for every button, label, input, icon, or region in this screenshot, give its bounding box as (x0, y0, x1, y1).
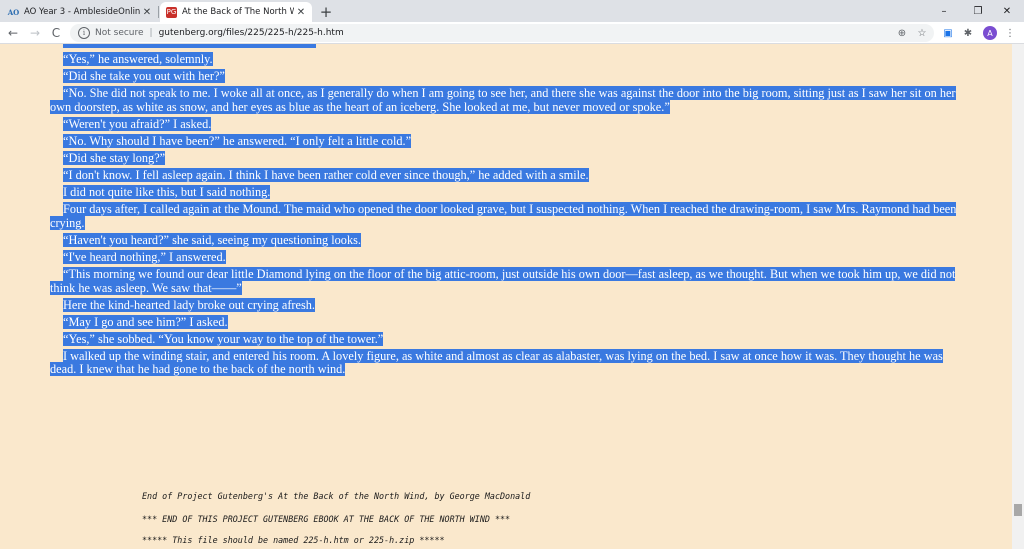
info-icon[interactable]: i (78, 27, 90, 39)
paragraph: “May I go and see him?” I asked. (63, 314, 228, 329)
extension-icon[interactable]: ▣ (940, 25, 956, 41)
amblesideonline-favicon-icon: AO (7, 7, 20, 17)
address-separator: | (149, 28, 153, 38)
paragraph: “I don't know. I fell asleep again. I th… (63, 168, 589, 183)
paragraph: “Yes,” she sobbed. “You know your way to… (63, 331, 384, 346)
zoom-icon[interactable]: ⊕ (894, 25, 910, 41)
close-icon[interactable]: ✕ (294, 5, 308, 19)
paragraph: “Haven't you heard?” she said, seeing my… (63, 232, 361, 247)
tab-title: AO Year 3 - AmblesideOnline.org (24, 7, 140, 17)
minimize-button[interactable]: – (927, 0, 961, 22)
story-text: “Yes,” he answered, solemnly. “Did she t… (50, 52, 968, 381)
tab-strip: AO AO Year 3 - AmblesideOnline.org ✕ PG … (0, 0, 1024, 22)
paragraph: “Did she take you out with her?” (63, 69, 225, 84)
paragraph: “Did she stay long?” (63, 150, 166, 165)
paragraph: Four days after, I called again at the M… (50, 202, 957, 230)
page-viewport: “Yes,” he answered, solemnly. “Did she t… (0, 44, 1012, 549)
back-button[interactable]: ← (4, 24, 22, 42)
gutenberg-end-marker: *** END OF THIS PROJECT GUTENBERG EBOOK … (142, 514, 511, 524)
browser-toolbar: ← → C i Not secure | gutenberg.org/files… (0, 22, 1024, 44)
paragraph: “No. She did not speak to me. I woke all… (50, 86, 956, 114)
security-label: Not secure (95, 28, 144, 38)
paragraph: “I've heard nothing,” I answered. (63, 249, 226, 264)
paragraph: “Yes,” he answered, solemnly. (63, 52, 213, 66)
new-tab-button[interactable]: + (317, 3, 335, 21)
menu-icon[interactable]: ⋮ (1002, 25, 1018, 41)
gutenberg-end-line: End of Project Gutenberg's At the Back o… (142, 491, 531, 501)
gutenberg-file-line: ***** This file should be named 225-h.ht… (142, 535, 445, 545)
paragraph: “This morning we found our dear little D… (50, 267, 956, 295)
tab-title: At the Back of The North Wind, b (182, 7, 294, 17)
paragraph: I walked up the winding stair, and enter… (50, 348, 943, 377)
close-window-button[interactable]: ✕ (990, 0, 1024, 22)
profile-avatar[interactable]: A (983, 26, 997, 40)
extensions-puzzle-icon[interactable]: ✱ (960, 25, 976, 41)
url-text[interactable]: gutenberg.org/files/225/225-h/225-h.htm (159, 28, 344, 38)
paragraph: “No. Why should I have been?” he answere… (63, 133, 412, 148)
selected-text-fragment (63, 44, 316, 48)
paragraph: Here the kind-hearted lady broke out cry… (63, 297, 315, 312)
gutenberg-favicon-icon: PG (166, 6, 177, 18)
scrollbar-thumb[interactable] (1014, 504, 1022, 516)
tab-amblesideonline[interactable]: AO AO Year 3 - AmblesideOnline.org ✕ (2, 2, 158, 22)
bookmark-star-icon[interactable]: ☆ (914, 25, 930, 41)
address-bar[interactable]: i Not secure | gutenberg.org/files/225/2… (70, 24, 934, 42)
close-icon[interactable]: ✕ (140, 5, 154, 19)
tab-divider (158, 6, 159, 18)
forward-button[interactable]: → (26, 24, 44, 42)
paragraph: I did not quite like this, but I said no… (63, 185, 271, 200)
reload-button[interactable]: C (47, 24, 65, 42)
tab-gutenberg[interactable]: PG At the Back of The North Wind, b ✕ (160, 2, 312, 22)
paragraph: “Weren't you afraid?” I asked. (63, 116, 212, 131)
vertical-scrollbar[interactable] (1012, 44, 1024, 549)
